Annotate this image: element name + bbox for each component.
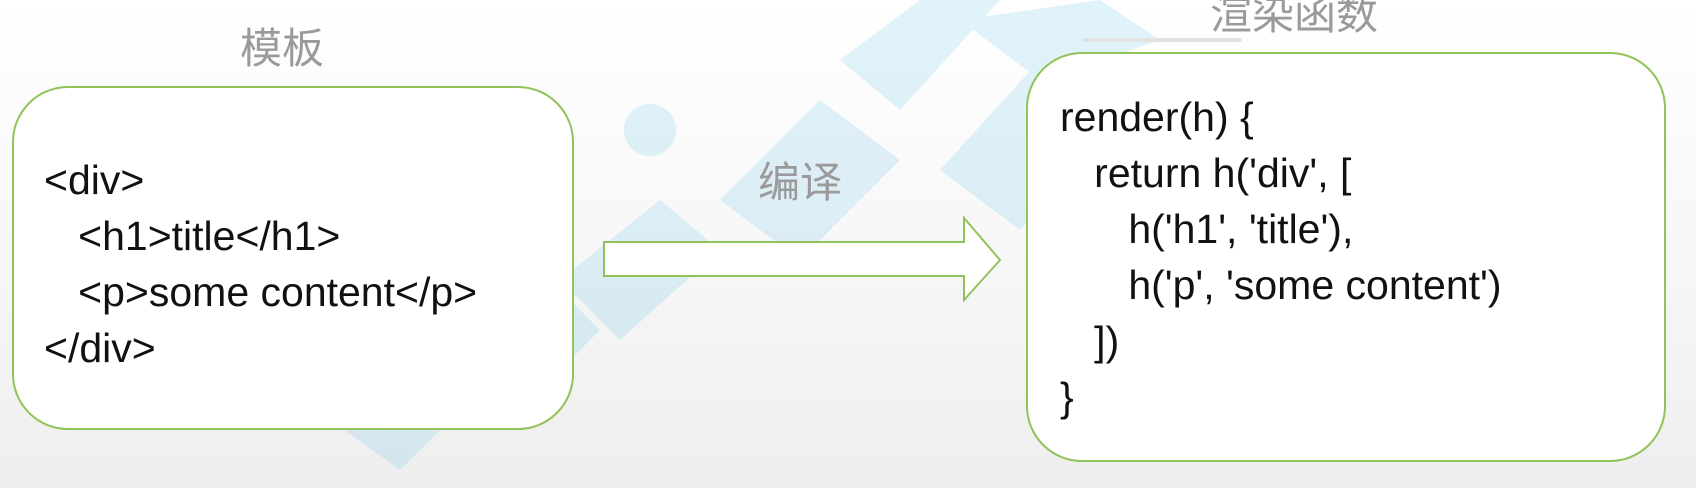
compile-arrow-icon: [603, 216, 1002, 303]
template-code-line: <p>some content</p>: [44, 269, 478, 315]
template-code-line: <div>: [44, 157, 145, 203]
template-code-line: <h1>title</h1>: [44, 213, 341, 259]
render-code-line: }: [1060, 374, 1074, 420]
template-code: <div> <h1>title</h1> <p>some content</p>…: [44, 152, 477, 376]
template-label: 模板: [240, 24, 325, 73]
render-function-code: render(h) { return h('div', [ h('h1', 't…: [1060, 89, 1502, 425]
render-function-label: 渲染函数: [1210, 0, 1379, 39]
template-code-line: </div>: [44, 325, 156, 371]
template-code-box: <div> <h1>title</h1> <p>some content</p>…: [12, 86, 574, 430]
render-code-line: return h('div', [: [1060, 150, 1352, 196]
render-code-line: h('h1', 'title'),: [1060, 206, 1354, 252]
render-label-underline: [1082, 38, 1242, 42]
render-code-line: ]): [1060, 318, 1120, 364]
render-code-line: h('p', 'some content'): [1060, 262, 1502, 308]
compile-label: 编译: [758, 158, 843, 207]
render-code-line: render(h) {: [1060, 94, 1254, 140]
render-function-code-box: render(h) { return h('div', [ h('h1', 't…: [1026, 52, 1666, 462]
